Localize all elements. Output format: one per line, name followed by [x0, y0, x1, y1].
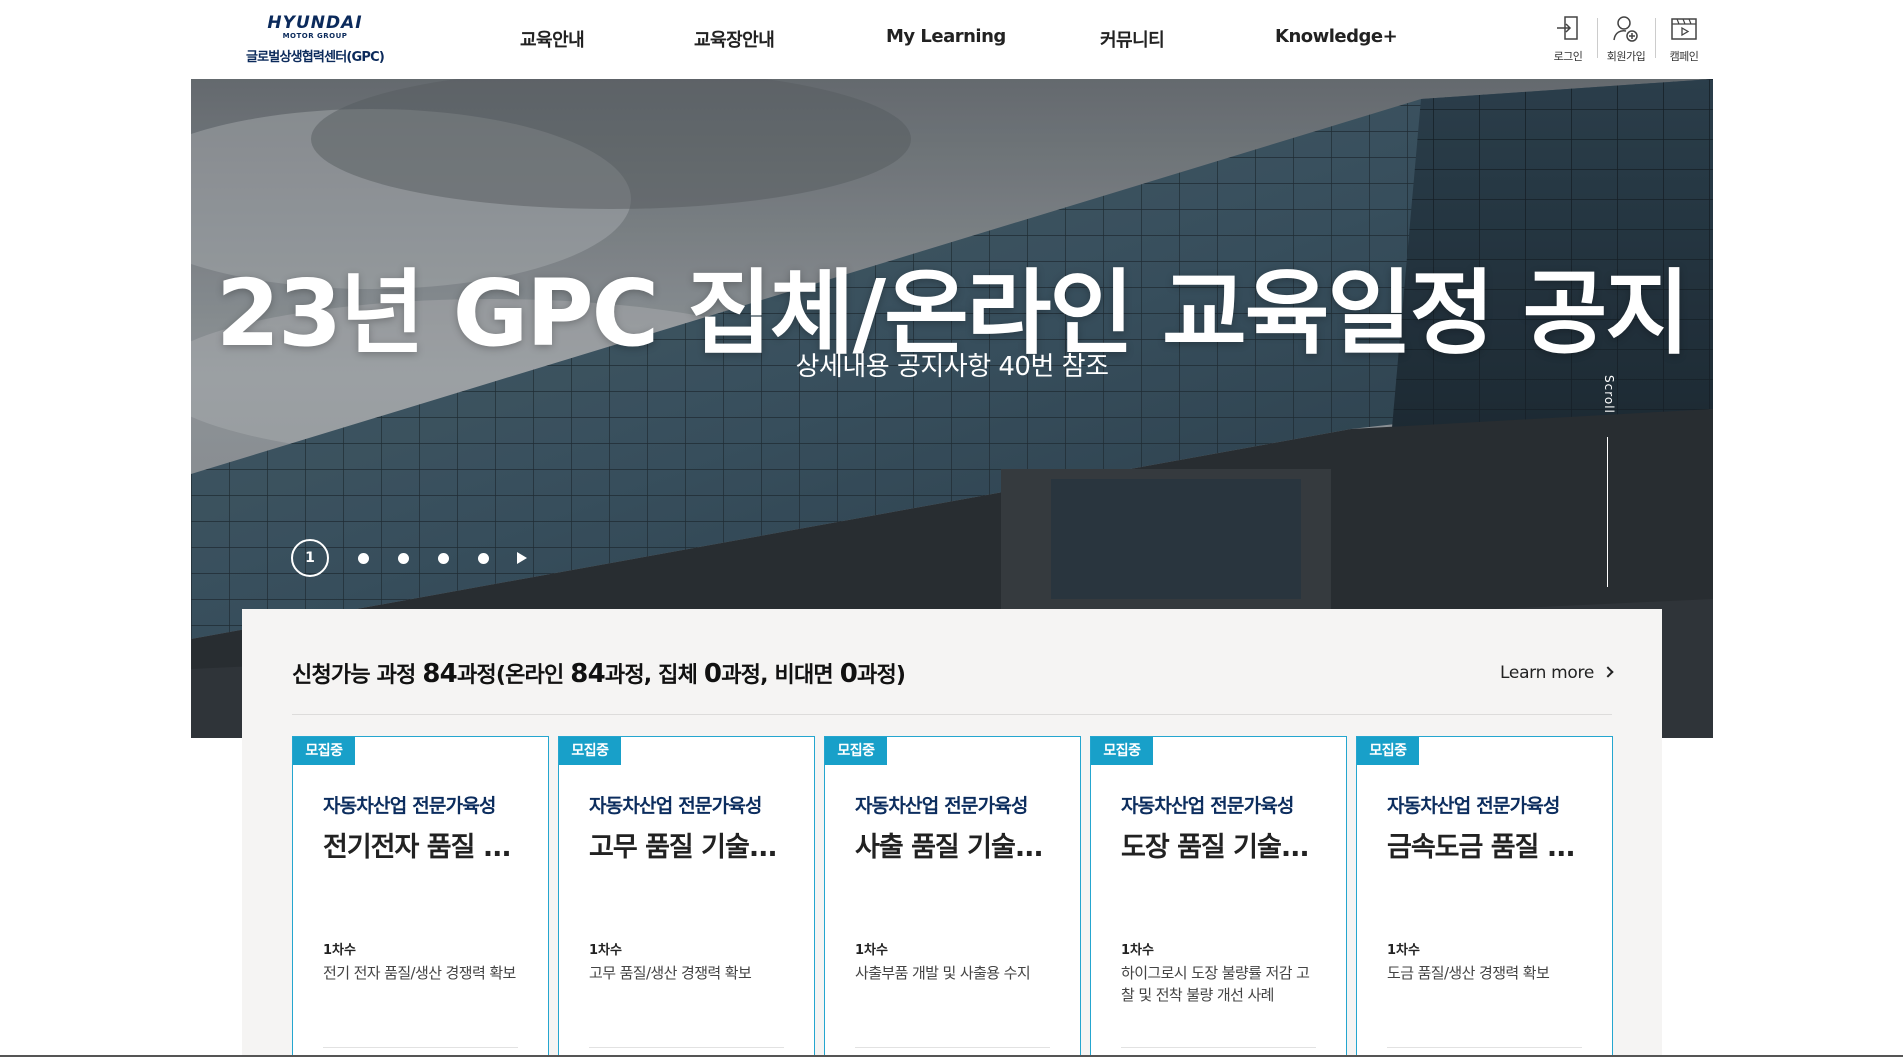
user-add-icon — [1613, 16, 1638, 42]
course-round: 1차수 — [1121, 943, 1154, 958]
card-divider — [1387, 1047, 1582, 1048]
courses-header: 신청가능 과정 84과정(온라인 84과정, 집체 0과정, 비대면 0과정) … — [292, 657, 1614, 715]
card-divider — [855, 1047, 1050, 1048]
site-header: HYUNDAI MOTOR GROUP 글로벌상생협력센터(GPC) 교육안내 … — [0, 0, 1903, 78]
card-divider — [1121, 1047, 1316, 1048]
video-icon — [1671, 18, 1697, 40]
hero-subtitle: 상세내용 공지사항 40번 참조 — [795, 352, 1110, 382]
scroll-indicator-line — [1607, 437, 1608, 587]
learn-more-link[interactable]: Learn more — [1500, 663, 1614, 683]
title-prefix: 신청가능 과정 — [292, 663, 423, 688]
login-label: 로그인 — [1553, 50, 1583, 63]
logo-center-name: 글로벌상생협력센터(GPC) — [245, 50, 385, 65]
card-divider — [589, 1047, 784, 1048]
title-mid-online: 과정(온라인 — [456, 663, 571, 688]
signup-button[interactable]: 회원가입 — [1597, 14, 1655, 64]
remote-course-count: 0 — [839, 659, 858, 689]
pager-dot-5[interactable] — [478, 552, 489, 564]
course-description: 하이그로시 도장 불량률 저감 고찰 및 전착 불량 개선 사례 — [1121, 964, 1310, 1004]
course-category: 자동차산업 전문가육성 — [323, 795, 496, 817]
nav-item-venue-info[interactable]: 교육장안내 — [694, 26, 775, 52]
course-round: 1차수 — [855, 943, 888, 958]
nav-item-knowledge[interactable]: Knowledge+ — [1275, 26, 1398, 47]
available-courses-panel: 신청가능 과정 84과정(온라인 84과정, 집체 0과정, 비대면 0과정) … — [242, 609, 1662, 1057]
campaign-button[interactable]: 캠페인 — [1655, 14, 1713, 64]
scroll-indicator-label: Scroll — [1602, 375, 1616, 414]
play-icon[interactable] — [517, 552, 527, 564]
offline-course-count: 0 — [703, 659, 722, 689]
login-icon — [1557, 16, 1578, 40]
title-mid-offline: 과정, 집체 — [604, 663, 704, 688]
course-title: 금속도금 품질 ... — [1387, 832, 1576, 863]
course-title: 도장 품질 기술... — [1121, 832, 1310, 863]
campaign-label: 캠페인 — [1669, 50, 1699, 63]
learn-more-label: Learn more — [1500, 663, 1594, 683]
course-card[interactable]: 모집중 자동차산업 전문가육성 고무 품질 기술... 1차수 고무 품질/생산… — [558, 736, 815, 1057]
login-button[interactable]: 로그인 — [1539, 14, 1597, 64]
course-title: 전기전자 품질 ... — [323, 832, 512, 863]
course-category: 자동차산업 전문가육성 — [589, 795, 762, 817]
logo-subbrand: MOTOR GROUP — [282, 32, 348, 40]
status-badge: 모집중 — [293, 737, 355, 765]
signup-label: 회원가입 — [1606, 50, 1646, 63]
utility-menu: 로그인 회원가입 캠페인 — [1539, 14, 1713, 64]
course-card[interactable]: 모집중 자동차산업 전문가육성 사출 품질 기술... 1차수 사출부품 개발 … — [824, 736, 1081, 1057]
course-card[interactable]: 모집중 자동차산업 전문가육성 전기전자 품질 ... 1차수 전기 전자 품질… — [292, 736, 549, 1057]
course-card[interactable]: 모집중 자동차산업 전문가육성 도장 품질 기술... 1차수 하이그로시 도장… — [1090, 736, 1347, 1057]
course-round: 1차수 — [323, 943, 356, 958]
course-description: 고무 품질/생산 경쟁력 확보 — [589, 964, 752, 982]
course-category: 자동차산업 전문가육성 — [1121, 795, 1294, 817]
courses-summary-title: 신청가능 과정 84과정(온라인 84과정, 집체 0과정, 비대면 0과정) — [292, 657, 906, 689]
title-mid-remote: 과정, 비대면 — [721, 663, 840, 688]
title-suffix: 과정) — [857, 663, 906, 688]
logo-brand: HYUNDAI — [267, 13, 363, 33]
site-logo[interactable]: HYUNDAI MOTOR GROUP 글로벌상생협력센터(GPC) — [240, 14, 390, 65]
course-description: 전기 전자 품질/생산 경쟁력 확보 — [323, 964, 516, 982]
course-card-list: 모집중 자동차산업 전문가육성 전기전자 품질 ... 1차수 전기 전자 품질… — [292, 736, 1622, 1057]
nav-item-my-learning[interactable]: My Learning — [886, 26, 1006, 47]
nav-item-education-info[interactable]: 교육안내 — [520, 26, 585, 52]
chevron-right-icon — [1602, 666, 1614, 678]
nav-item-community[interactable]: 커뮤니티 — [1100, 26, 1165, 52]
course-round: 1차수 — [589, 943, 622, 958]
status-badge: 모집중 — [559, 737, 621, 765]
pager-dot-4[interactable] — [438, 552, 449, 564]
online-course-count: 84 — [570, 659, 605, 689]
status-badge: 모집중 — [825, 737, 887, 765]
status-badge: 모집중 — [1357, 737, 1419, 765]
hero-pager: 1 — [291, 539, 527, 577]
course-category: 자동차산업 전문가육성 — [855, 795, 1028, 817]
pager-dot-3[interactable] — [398, 552, 409, 564]
course-category: 자동차산업 전문가육성 — [1387, 795, 1560, 817]
course-card[interactable]: 모집중 자동차산업 전문가육성 금속도금 품질 ... 1차수 도금 품질/생산… — [1356, 736, 1613, 1057]
course-title: 고무 품질 기술... — [589, 832, 778, 863]
status-badge: 모집중 — [1091, 737, 1153, 765]
course-title: 사출 품질 기술... — [855, 832, 1044, 863]
pager-current-slide[interactable]: 1 — [291, 539, 329, 577]
card-divider — [323, 1047, 518, 1048]
course-description: 도금 품질/생산 경쟁력 확보 — [1387, 964, 1550, 982]
course-round: 1차수 — [1387, 943, 1420, 958]
course-description: 사출부품 개발 및 사출용 수지 — [855, 964, 1031, 982]
total-course-count: 84 — [422, 659, 457, 689]
pager-dot-2[interactable] — [358, 552, 369, 564]
